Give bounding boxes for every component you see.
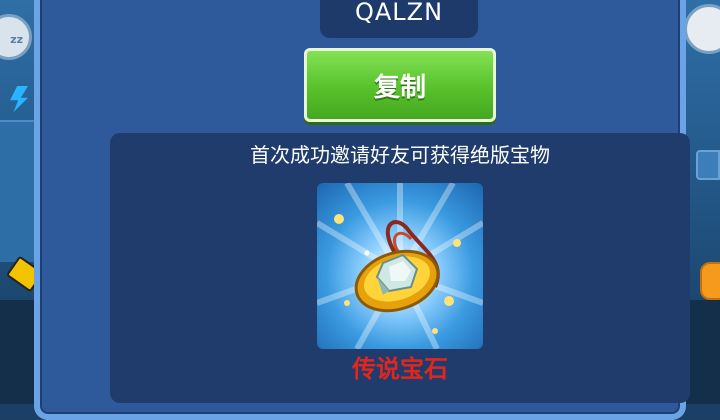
background-orange-button (700, 262, 720, 300)
settings-tab (696, 150, 720, 180)
sleep-badge: zz (0, 14, 32, 60)
background-round-button (684, 4, 720, 54)
reward-item-name: 传说宝石 (352, 355, 448, 383)
copy-button[interactable]: 复制 (304, 48, 496, 122)
invite-code[interactable]: QALZN (355, 0, 443, 26)
reward-description: 首次成功邀请好友可获得绝版宝物 (250, 143, 550, 167)
lightning-icon (10, 86, 28, 112)
copy-button-label: 复制 (373, 72, 426, 103)
background-side-panel (0, 120, 36, 262)
invite-dialog: QALZN 复制 首次成功邀请好友可获得绝版宝物 传说宝石 (34, 0, 690, 420)
invite-code-box[interactable]: QALZN (320, 0, 478, 38)
reward-panel: 首次成功邀请好友可获得绝版宝物 传说宝石 (110, 133, 690, 403)
reward-item-card[interactable] (317, 183, 483, 349)
gem-amulet-icon (317, 183, 483, 349)
